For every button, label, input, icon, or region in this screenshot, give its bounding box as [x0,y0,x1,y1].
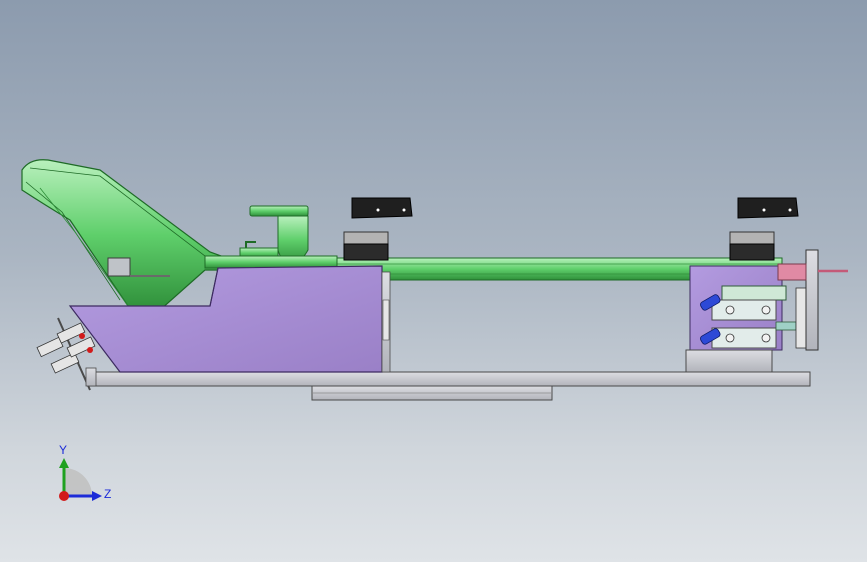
y-axis-label: Y [59,443,68,457]
curved-frame [21,159,239,311]
base-plate [87,371,811,401]
origin-marker [59,491,69,501]
cad-viewport[interactable]: Y Z [0,0,867,562]
right-motor [729,197,799,261]
right-assembly [685,249,848,373]
top-nozzle [204,205,338,269]
coordinate-triad [59,458,102,501]
assembly-side-view [21,159,848,501]
left-motor [343,197,413,261]
z-axis-label: Z [104,487,112,501]
